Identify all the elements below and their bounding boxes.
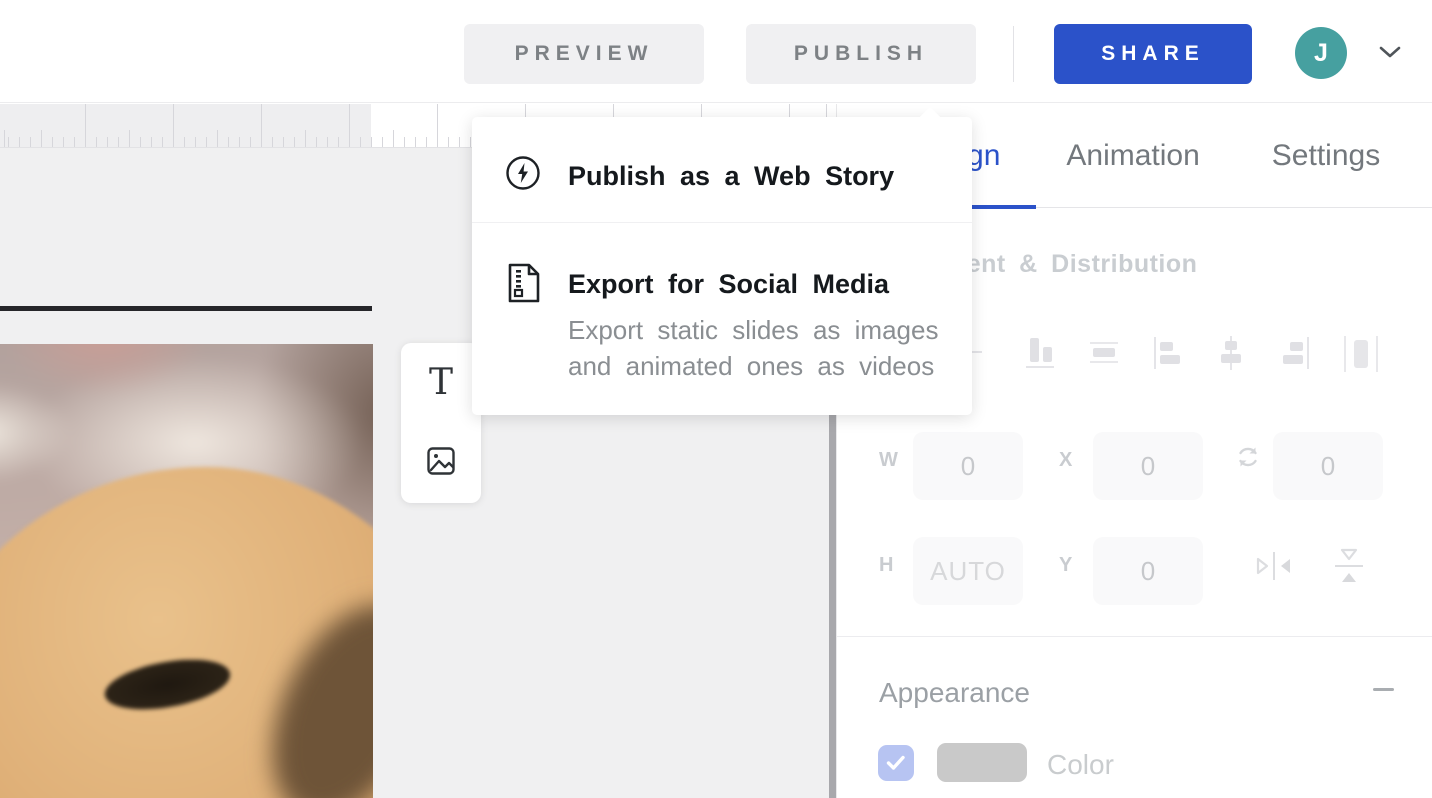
width-label: W: [879, 449, 898, 472]
menu-item-publish-web-story[interactable]: Publish as a Web Story: [568, 161, 894, 192]
tab-settings-label: Settings: [1272, 139, 1380, 173]
text-tool-icon[interactable]: T: [429, 365, 453, 401]
align-right-icon[interactable]: [1275, 334, 1311, 378]
line-element[interactable]: [0, 306, 372, 311]
insert-toolbar: T: [401, 343, 481, 503]
flip-vertical-icon[interactable]: [1329, 544, 1369, 593]
align-left-icon[interactable]: [1152, 334, 1188, 378]
rotate-icon[interactable]: [1235, 444, 1261, 475]
appearance-section-title: Appearance: [879, 677, 1030, 709]
height-input[interactable]: [913, 537, 1023, 605]
share-button[interactable]: SHARE: [1054, 24, 1252, 84]
tab-settings[interactable]: Settings: [1270, 104, 1382, 208]
preview-button[interactable]: PREVIEW: [464, 24, 704, 84]
publish-dropdown-menu: Publish as a Web Story Export for Social…: [472, 117, 972, 415]
rotation-input[interactable]: [1273, 432, 1383, 500]
x-input[interactable]: [1093, 432, 1203, 500]
collapse-section-icon[interactable]: [1373, 688, 1394, 691]
distribute-horizontal-icon[interactable]: [1341, 334, 1381, 378]
image-element-dog-photo[interactable]: [0, 344, 373, 798]
menu-item-export-social-media[interactable]: Export for Social Media: [568, 269, 889, 300]
height-label: H: [879, 554, 893, 577]
menu-divider: [472, 222, 972, 223]
chevron-down-icon[interactable]: [1378, 44, 1402, 65]
x-label: X: [1059, 449, 1072, 472]
image-tool-icon[interactable]: [426, 446, 456, 481]
app-header: PREVIEW PUBLISH SHARE J: [0, 0, 1432, 103]
menu-item-export-description-line2: and animated ones as videos: [568, 351, 934, 382]
section-divider: [837, 636, 1432, 637]
color-label: Color: [1047, 749, 1114, 781]
align-center-icon[interactable]: [1213, 334, 1249, 378]
align-horizontal-middle-icon[interactable]: [1087, 334, 1121, 378]
tab-animation-label: Animation: [1066, 139, 1199, 173]
flip-horizontal-icon[interactable]: [1252, 546, 1296, 591]
y-input[interactable]: [1093, 537, 1203, 605]
tab-animation[interactable]: Animation: [1064, 104, 1201, 208]
color-swatch[interactable]: [937, 743, 1027, 782]
color-checkbox[interactable]: [878, 745, 914, 781]
header-divider: [1013, 26, 1014, 82]
y-label: Y: [1059, 554, 1072, 577]
check-icon: [886, 755, 906, 771]
menu-item-export-description-line1: Export static slides as images: [568, 315, 938, 346]
publish-button[interactable]: PUBLISH: [746, 24, 976, 84]
align-bottom-icon[interactable]: [1023, 334, 1057, 378]
lightning-circle-icon[interactable]: [505, 155, 541, 196]
avatar[interactable]: J: [1295, 27, 1347, 79]
width-input[interactable]: [913, 432, 1023, 500]
zip-file-icon[interactable]: [507, 263, 541, 308]
